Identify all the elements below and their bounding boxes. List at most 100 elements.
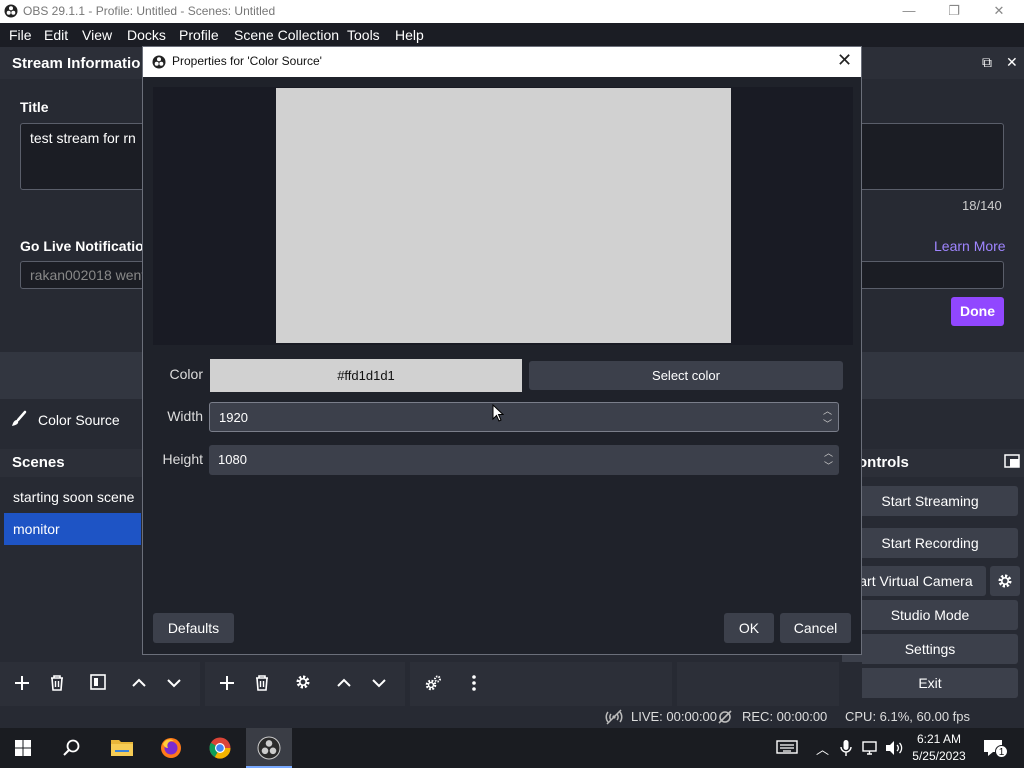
- title-label: Title: [20, 99, 49, 115]
- search-button[interactable]: [49, 728, 95, 768]
- spin-down-icon[interactable]: ﹀: [824, 459, 833, 472]
- plus-icon: [220, 676, 234, 690]
- chevron-down-icon: [372, 679, 386, 688]
- menu-help[interactable]: Help: [395, 27, 424, 43]
- move-source-down-button[interactable]: [368, 674, 390, 696]
- audio-mixer-menu-button[interactable]: [463, 674, 485, 696]
- menu-profile[interactable]: Profile: [179, 27, 219, 43]
- live-signal-off-icon: [605, 709, 623, 725]
- notification-count-badge: 1: [995, 745, 1008, 758]
- rec-off-icon: [718, 710, 732, 724]
- selected-source-name: Color Source: [38, 412, 120, 428]
- obs-logo-icon: [4, 4, 18, 18]
- move-scene-down-button[interactable]: [163, 674, 185, 696]
- settings-button[interactable]: Settings: [842, 634, 1018, 664]
- firefox-taskbar-button[interactable]: [148, 728, 194, 768]
- defaults-button[interactable]: Defaults: [153, 613, 234, 643]
- move-source-up-button[interactable]: [333, 674, 355, 696]
- gears-icon: [425, 675, 441, 691]
- start-virtual-camera-button[interactable]: tart Virtual Camera: [842, 566, 986, 596]
- spin-down-icon[interactable]: ﹀: [823, 417, 832, 430]
- windows-logo-icon: [15, 740, 31, 756]
- cpu-fps-readout: CPU: 6.1%, 60.00 fps: [845, 709, 971, 724]
- menu-edit[interactable]: Edit: [44, 27, 68, 43]
- cancel-button[interactable]: Cancel: [780, 613, 851, 643]
- dialog-close-button[interactable]: ✕: [837, 50, 852, 71]
- width-label: Width: [167, 408, 203, 424]
- color-source-preview: [276, 88, 731, 343]
- select-color-button[interactable]: Select color: [529, 361, 843, 390]
- undock-icon[interactable]: [1004, 454, 1020, 468]
- obs-logo-icon: [152, 55, 166, 69]
- spin-up-icon[interactable]: ︿: [823, 404, 832, 417]
- studio-mode-button[interactable]: Studio Mode: [842, 600, 1018, 630]
- move-scene-up-button[interactable]: [128, 674, 150, 696]
- rec-timer: REC: 00:00:00: [742, 709, 828, 724]
- menu-scene-collection[interactable]: Scene Collection: [234, 27, 339, 43]
- chevron-up-icon[interactable]: ︿: [816, 739, 829, 758]
- obs-taskbar-button[interactable]: [246, 728, 292, 768]
- mixer-toolbar: [410, 662, 672, 706]
- start-button[interactable]: [0, 728, 46, 768]
- undock-icon[interactable]: ⧉: [982, 54, 992, 71]
- clock-time: 6:21 AM: [916, 732, 962, 746]
- window-titlebar: OBS 29.1.1 - Profile: Untitled - Scenes:…: [0, 0, 1024, 23]
- scene-item-label: starting soon scene: [13, 489, 135, 505]
- chrome-taskbar-button[interactable]: [197, 728, 243, 768]
- more-vertical-icon: [472, 675, 476, 691]
- scene-filters-button[interactable]: [87, 674, 109, 696]
- maximize-button[interactable]: ❐: [931, 0, 977, 23]
- minimize-button[interactable]: —: [886, 0, 932, 23]
- search-icon: [63, 739, 80, 756]
- file-explorer-taskbar-button[interactable]: [99, 728, 145, 768]
- volume-icon[interactable]: [884, 740, 904, 756]
- firefox-icon: [161, 738, 181, 758]
- controls-title: ontrols: [858, 454, 909, 471]
- width-value: 1920: [219, 410, 248, 425]
- spin-up-icon[interactable]: ︿: [824, 446, 833, 459]
- menu-docks[interactable]: Docks: [127, 27, 166, 43]
- transitions-toolbar: [677, 662, 839, 706]
- start-streaming-button[interactable]: Start Streaming: [842, 486, 1018, 516]
- remove-scene-button[interactable]: [46, 674, 68, 696]
- height-label: Height: [162, 451, 203, 467]
- stream-title-value: test stream for rn: [30, 130, 136, 146]
- plus-icon: [15, 676, 29, 690]
- folder-icon: [111, 740, 133, 756]
- menu-file[interactable]: File: [9, 27, 32, 43]
- status-bar: LIVE: 00:00:00 REC: 00:00:00 CPU: 6.1%, …: [0, 706, 1024, 728]
- gear-icon: [296, 675, 310, 689]
- add-source-button[interactable]: [216, 674, 238, 696]
- virtual-camera-settings-button[interactable]: [990, 566, 1020, 596]
- add-scene-button[interactable]: [11, 674, 33, 696]
- audio-mixer-settings-button[interactable]: [422, 674, 444, 696]
- done-button[interactable]: Done: [951, 297, 1004, 326]
- golive-notification-label: Go Live Notification: [20, 238, 153, 254]
- notification-center-button[interactable]: 1: [983, 739, 1008, 758]
- scene-item[interactable]: starting soon scene: [4, 481, 141, 513]
- taskbar-clock[interactable]: 6:21 AM 5/25/2023: [908, 731, 970, 765]
- height-spinbox[interactable]: 1080 ︿ ﹀: [209, 445, 839, 475]
- exit-button[interactable]: Exit: [842, 668, 1018, 698]
- scene-item-label: monitor: [13, 521, 60, 537]
- keyboard-layout-icon[interactable]: [776, 739, 798, 755]
- learn-more-link[interactable]: Learn More: [934, 238, 1006, 254]
- dock-close-icon[interactable]: ✕: [1006, 54, 1018, 71]
- scenes-title: Scenes: [12, 454, 65, 471]
- ok-button[interactable]: OK: [724, 613, 774, 643]
- microphone-icon[interactable]: [840, 739, 852, 757]
- chrome-icon: [209, 737, 231, 759]
- network-icon[interactable]: [862, 740, 880, 756]
- golive-notification-value: rakan002018 went: [30, 267, 146, 283]
- remove-source-button[interactable]: [251, 674, 273, 696]
- start-recording-button[interactable]: Start Recording: [842, 528, 1018, 558]
- scene-item-selected[interactable]: monitor: [4, 513, 141, 545]
- obs-logo-icon: [257, 736, 281, 760]
- menu-tools[interactable]: Tools: [347, 27, 380, 43]
- close-window-button[interactable]: ✕: [976, 0, 1022, 23]
- width-spinbox[interactable]: 1920 ︿ ﹀: [209, 402, 839, 432]
- source-properties-button[interactable]: [292, 674, 314, 696]
- menu-view[interactable]: View: [82, 27, 112, 43]
- menu-bar: File Edit View Docks Profile Scene Colle…: [0, 23, 1024, 47]
- live-timer: LIVE: 00:00:00: [631, 709, 718, 724]
